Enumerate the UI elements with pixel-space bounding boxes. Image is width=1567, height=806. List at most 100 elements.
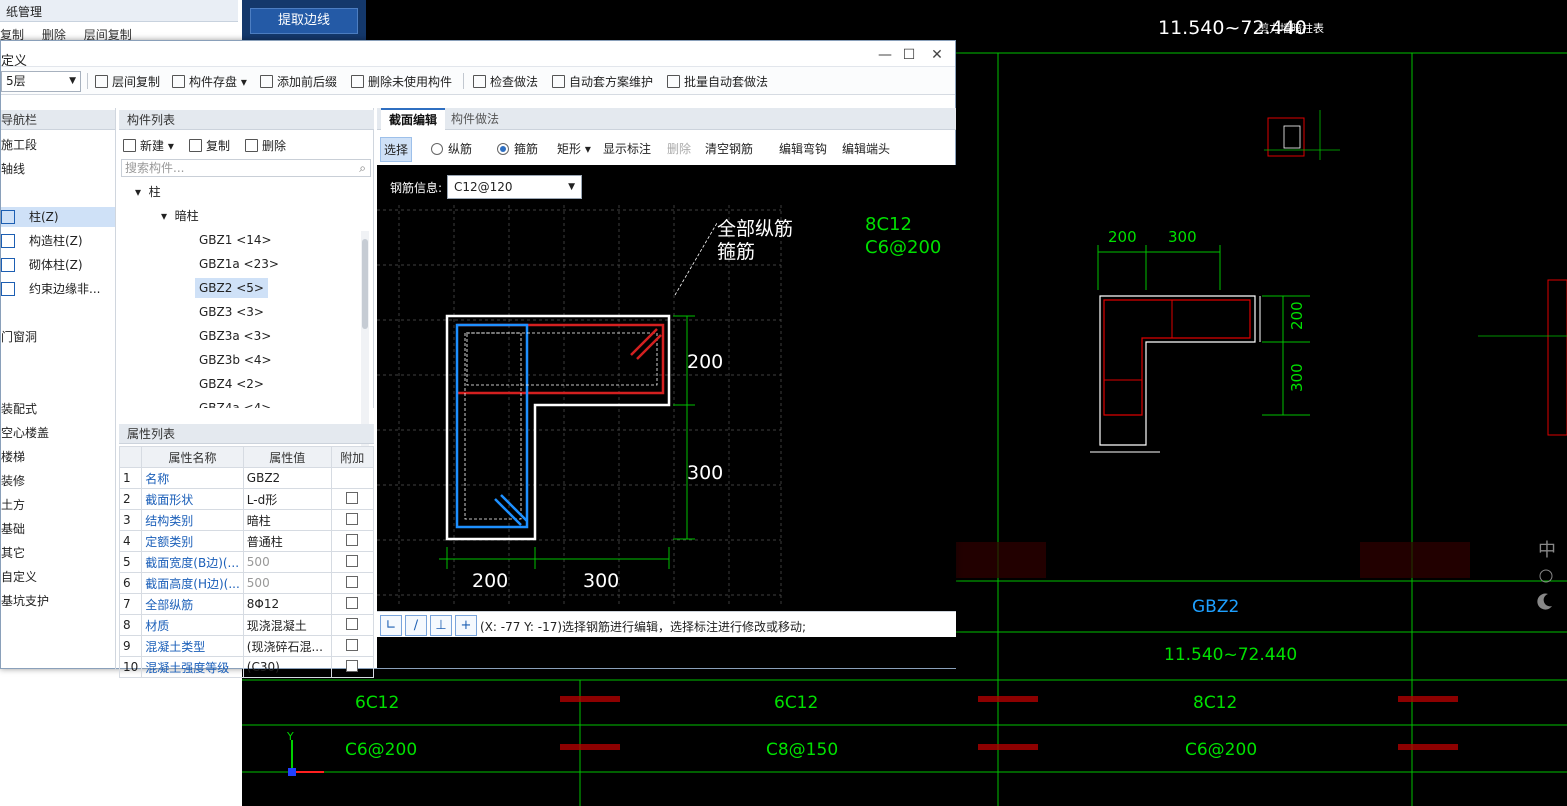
tree-item-gbz3[interactable]: GBZ3 <3> <box>199 302 264 322</box>
extra-checkbox[interactable] <box>346 554 359 567</box>
stirrup-radio[interactable]: 箍筋 <box>497 140 538 157</box>
extra-checkbox[interactable] <box>346 659 359 672</box>
add-dim-icon[interactable]: + <box>455 615 477 636</box>
show-dim-button[interactable]: 显示标注 <box>603 140 651 157</box>
nav-item-pit-support[interactable]: 基坑支护 <box>1 591 49 611</box>
tree-item-gbz1[interactable]: GBZ1 <14> <box>199 230 272 250</box>
green-stirrup-label[interactable]: C6@200 <box>865 237 941 258</box>
prop-value[interactable]: 8Φ12 <box>242 593 332 615</box>
auto-scheme-button[interactable]: 自动套方案维护 <box>552 73 653 90</box>
tree-item-gbz1a[interactable]: GBZ1a <23> <box>199 254 279 274</box>
add-prefix-button[interactable]: 添加前后缀 <box>260 73 337 90</box>
prop-value[interactable]: (现浇碎石混... <box>242 635 332 657</box>
ortho-icon[interactable]: ∟ <box>380 615 402 636</box>
nav-item-construct-column[interactable]: 构造柱(Z) <box>1 231 83 251</box>
rebar-horizontal[interactable] <box>457 323 665 395</box>
edit-end-button[interactable]: 编辑端头 <box>842 140 890 157</box>
delete-unused-button[interactable]: 删除未使用构件 <box>351 73 452 90</box>
table-row[interactable]: 8 材质 现浇混凝土 <box>118 614 374 636</box>
floor-copy-button[interactable]: 层间复制 <box>95 73 160 90</box>
maximize-icon[interactable]: ☐ <box>899 46 919 64</box>
nav-item-construction-segment[interactable]: 施工段 <box>1 135 37 155</box>
clear-rebar-button[interactable]: 清空钢筋 <box>705 140 753 157</box>
extra-checkbox[interactable] <box>346 596 359 609</box>
tab-section-edit[interactable]: 截面编辑 <box>381 108 446 130</box>
green-long-label[interactable]: 8C12 <box>865 214 912 235</box>
prop-value[interactable]: 现浇混凝土 <box>242 614 332 636</box>
prop-value[interactable]: L-d形 <box>242 488 332 510</box>
prop-value[interactable]: GBZ2 <box>242 467 332 489</box>
section-canvas[interactable]: 钢筋信息: C12@120 ▼ 全部纵筋 箍筋 8C12 C6@200 200 … <box>377 165 956 668</box>
rebar-vertical-stirrup[interactable] <box>455 323 529 529</box>
table-row[interactable]: 7 全部纵筋 8Φ12 <box>118 593 374 615</box>
dim-300-right[interactable]: 300 <box>687 462 723 484</box>
tree-item-gbz3a[interactable]: GBZ3a <3> <box>199 326 271 346</box>
close-icon[interactable]: ✕ <box>927 46 947 64</box>
annot-all-long[interactable]: 全部纵筋 <box>717 218 793 240</box>
component-search-input[interactable]: 搜索构件... ⌕ <box>121 159 371 177</box>
tree-item-gbz4[interactable]: GBZ4 <2> <box>199 374 264 394</box>
long-rebar-radio[interactable]: 纵筋 <box>431 140 472 157</box>
nav-item-foundation[interactable]: 基础 <box>1 519 25 539</box>
nav-item-column[interactable]: 柱(Z) <box>1 207 115 227</box>
annot-stirrup[interactable]: 箍筋 <box>717 241 755 263</box>
tree-group[interactable]: ▾ 暗柱 <box>161 206 199 226</box>
ime-zh-icon[interactable]: 中 <box>1538 540 1556 561</box>
tree-item-gbz3b[interactable]: GBZ3b <4> <box>199 350 272 370</box>
dim-300-bottom[interactable]: 300 <box>583 570 619 592</box>
extract-edge-button[interactable]: 提取边线 <box>250 8 358 34</box>
edit-hook-button[interactable]: 编辑弯钩 <box>779 140 827 157</box>
nav-item-custom[interactable]: 自定义 <box>1 567 37 587</box>
extra-checkbox[interactable] <box>346 533 359 546</box>
table-row[interactable]: 4 定额类别 普通柱 <box>118 530 374 552</box>
nav-item-door-window[interactable]: 门窗洞 <box>1 327 37 347</box>
delete-component-button[interactable]: 删除 <box>245 137 286 154</box>
check-method-button[interactable]: 检查做法 <box>473 73 538 90</box>
extra-checkbox[interactable] <box>346 491 359 504</box>
copy-component-button[interactable]: 复制 <box>189 137 230 154</box>
tab-component-method[interactable]: 构件做法 <box>443 108 507 130</box>
tree-item-gbz2[interactable]: GBZ2 <5> <box>195 278 268 298</box>
section-drawing[interactable]: 全部纵筋 箍筋 8C12 C6@200 200 300 200 300 <box>377 165 956 611</box>
table-row[interactable]: 9 混凝土类型 (现浇碎石混... <box>118 635 374 657</box>
prop-value[interactable]: (C30) <box>242 656 332 678</box>
line-icon[interactable]: ∕ <box>405 615 427 636</box>
scrollbar-thumb[interactable] <box>362 239 368 329</box>
floor-select[interactable]: 5层 ▼ <box>1 71 81 92</box>
extra-checkbox[interactable] <box>346 638 359 651</box>
minimize-icon[interactable]: — <box>875 46 895 64</box>
save-component-button[interactable]: 构件存盘 ▾ <box>172 73 247 90</box>
nav-item-masonry-column[interactable]: 砌体柱(Z) <box>1 255 83 275</box>
prop-value[interactable]: 500 <box>242 551 332 573</box>
rect-dropdown[interactable]: 矩形 ▾ <box>557 140 591 157</box>
table-row[interactable]: 6 截面高度(H边)(... 500 <box>118 572 374 594</box>
nav-item-stair[interactable]: 楼梯 <box>1 447 25 467</box>
prop-value[interactable]: 暗柱 <box>242 509 332 531</box>
extra-checkbox[interactable] <box>346 512 359 525</box>
nav-item-hollow-floor[interactable]: 空心楼盖 <box>1 423 49 443</box>
tree-root[interactable]: ▾ 柱 <box>135 182 161 202</box>
tree-item-gbz4a[interactable]: GBZ4a <4> <box>199 398 271 408</box>
new-component-button[interactable]: 新建 ▾ <box>123 137 174 154</box>
bg-tab-drawing-mgmt[interactable]: 纸管理 <box>0 0 48 23</box>
nav-item-decoration[interactable]: 装修 <box>1 471 25 491</box>
perpendicular-icon[interactable]: ⊥ <box>430 615 452 636</box>
delete-rebar-button[interactable]: 删除 <box>667 140 691 157</box>
component-list-scrollbar[interactable] <box>361 231 369 447</box>
select-tool-button[interactable]: 选择 <box>380 137 413 162</box>
dim-200-right[interactable]: 200 <box>687 351 723 373</box>
table-row[interactable]: 2 截面形状 L-d形 <box>118 488 374 510</box>
prop-value[interactable]: 普通柱 <box>242 530 332 552</box>
nav-item-earthwork[interactable]: 土方 <box>1 495 25 515</box>
nav-item-other[interactable]: 其它 <box>1 543 25 563</box>
table-row[interactable]: 3 结构类别 暗柱 <box>118 509 374 531</box>
table-row[interactable]: 5 截面宽度(B边)(... 500 <box>118 551 374 573</box>
dim-200-bottom[interactable]: 200 <box>472 570 508 592</box>
batch-auto-button[interactable]: 批量自动套做法 <box>667 73 768 90</box>
table-row[interactable]: 1 名称 GBZ2 <box>118 467 374 489</box>
nav-item-edge-nonyin[interactable]: 约束边缘非... <box>1 279 100 299</box>
table-row[interactable]: 10 混凝土强度等级 (C30) <box>118 656 374 678</box>
nav-item-prefab[interactable]: 装配式 <box>1 399 37 419</box>
nav-item-axis[interactable]: 轴线 <box>1 159 25 179</box>
extra-checkbox[interactable] <box>346 617 359 630</box>
